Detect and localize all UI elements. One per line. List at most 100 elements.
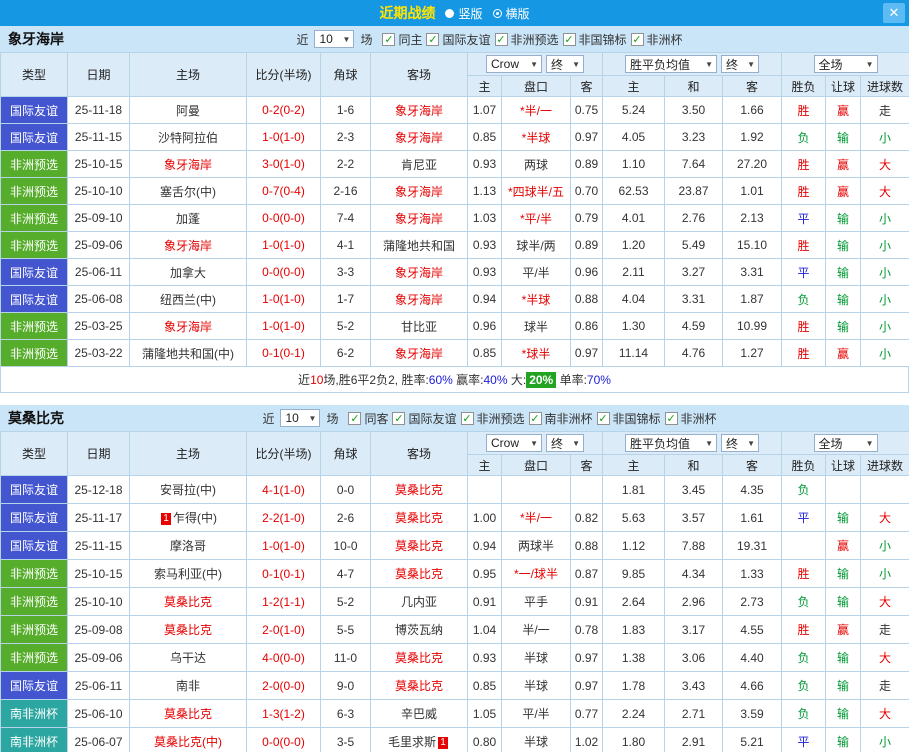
- filter-checkbox[interactable]: ✓国际友谊: [392, 410, 456, 427]
- final-odds-select[interactable]: 终 ▼: [546, 55, 584, 73]
- handicap-cell: 平手: [502, 588, 571, 616]
- avg-odds-select[interactable]: 胜平负均值 ▼: [625, 434, 717, 452]
- final-avg-select[interactable]: 终 ▼: [721, 55, 759, 73]
- odds-away: 0.82: [571, 504, 603, 532]
- handicap-result-cell: 输: [826, 205, 861, 232]
- red-card-badge: 1: [438, 737, 448, 749]
- bookmaker-select[interactable]: Crow ▼: [486, 434, 542, 452]
- odds-home: 0.94: [468, 532, 502, 560]
- avg-home: 1.10: [603, 151, 665, 178]
- away-team: 象牙海岸: [371, 259, 468, 286]
- filter-label: 非洲预选: [477, 410, 525, 427]
- filter-bar: 近 10 ▼ 场 ✓同客✓国际友谊✓非洲预选✓南非洲杯✓非国锦标✓非洲杯: [150, 409, 829, 427]
- col-date: 日期: [68, 53, 130, 97]
- col-odds-away: 客: [571, 76, 603, 97]
- handicap-cell: *半球: [502, 124, 571, 151]
- competition-badge: 国际友谊: [1, 286, 68, 313]
- layout-radio-horizontal[interactable]: 横版: [493, 5, 530, 22]
- match-date: 25-11-17: [68, 504, 130, 532]
- col-home: 主场: [130, 53, 247, 97]
- odds-home: 0.85: [468, 340, 502, 367]
- dialog-title: 近期战绩: [379, 3, 435, 23]
- chevron-down-icon: ▼: [530, 60, 538, 69]
- avg-odds-group: 胜平负均值 ▼ 终 ▼: [603, 432, 782, 455]
- score-cell: 1-0(1-0): [247, 313, 321, 340]
- avg-home: 2.64: [603, 588, 665, 616]
- home-team: 象牙海岸: [130, 232, 247, 259]
- checkbox-checked-icon: ✓: [563, 33, 576, 46]
- avg-draw: 4.76: [665, 340, 723, 367]
- filter-checkbox[interactable]: ✓非洲杯: [665, 410, 717, 427]
- near-label: 近: [296, 31, 308, 48]
- team-section: 莫桑比克 近 10 ▼ 场 ✓同客✓国际友谊✓非洲预选✓南非洲杯✓非国锦标✓非洲…: [0, 405, 909, 752]
- result-cell: 平: [782, 504, 826, 532]
- titlebar: 近期战绩 竖版 横版 ✕: [0, 0, 909, 26]
- layout-radio-vertical[interactable]: 竖版: [445, 5, 482, 22]
- handicap-result-cell: 赢: [826, 616, 861, 644]
- games-count-select[interactable]: 10 ▼: [314, 30, 354, 48]
- away-team: 辛巴威: [371, 700, 468, 728]
- summary-part: 单率:: [556, 371, 587, 388]
- bookmaker-select[interactable]: Crow ▼: [486, 55, 542, 73]
- filter-checkbox[interactable]: ✓非国锦标: [563, 31, 627, 48]
- filter-checkbox[interactable]: ✓非洲预选: [461, 410, 525, 427]
- result-cell: [782, 532, 826, 560]
- filter-checkbox[interactable]: ✓同主: [382, 31, 422, 48]
- filter-label: 非洲杯: [681, 410, 717, 427]
- odds-home: 0.96: [468, 313, 502, 340]
- score-cell: 1-0(1-0): [247, 124, 321, 151]
- chevron-down-icon: ▼: [866, 60, 874, 69]
- corner-cell: 11-0: [321, 644, 371, 672]
- final-avg-select[interactable]: 终 ▼: [721, 434, 759, 452]
- chevron-down-icon: ▼: [747, 60, 755, 69]
- filter-checkbox[interactable]: ✓同客: [348, 410, 388, 427]
- team-name: 蒲隆地共和国(中): [142, 347, 234, 361]
- match-row: 非洲预选25-09-06乌干达4-0(0-0)11-0莫桑比克0.93半球0.9…: [1, 644, 909, 672]
- team-name: 加蓬: [176, 212, 200, 226]
- filter-checkbox[interactable]: ✓非洲预选: [495, 31, 559, 48]
- home-team: 塞舌尔(中): [130, 178, 247, 205]
- games-count-select[interactable]: 10 ▼: [280, 409, 320, 427]
- filter-checkbox[interactable]: ✓南非洲杯: [529, 410, 593, 427]
- away-team: 博茨瓦纳: [371, 616, 468, 644]
- handicap-result-cell: 输: [826, 286, 861, 313]
- checkbox-checked-icon: ✓: [529, 412, 542, 425]
- odds-away: 0.97: [571, 340, 603, 367]
- avg-home: 1.80: [603, 728, 665, 752]
- radio-selected-icon: [493, 9, 502, 18]
- match-date: 25-10-15: [68, 560, 130, 588]
- avg-odds-group: 胜平负均值 ▼ 终 ▼: [603, 53, 782, 76]
- handicap-cell: 两球半: [502, 532, 571, 560]
- team-name: 象牙海岸: [395, 212, 443, 226]
- goals-result-cell: 小: [861, 232, 909, 259]
- scope-select[interactable]: 全场 ▼: [814, 434, 878, 452]
- checkbox-checked-icon: ✓: [426, 33, 439, 46]
- final-odds-select[interactable]: 终 ▼: [546, 434, 584, 452]
- avg-draw: 4.59: [665, 313, 723, 340]
- col-goals-result: 进球数: [861, 455, 909, 476]
- avg-draw: 2.91: [665, 728, 723, 752]
- competition-badge: 非洲预选: [1, 151, 68, 178]
- competition-badge: 国际友谊: [1, 124, 68, 151]
- goals-result-cell: 大: [861, 588, 909, 616]
- filter-checkbox[interactable]: ✓非国锦标: [597, 410, 661, 427]
- team-name: 甘比亚: [401, 320, 437, 334]
- scope-select[interactable]: 全场 ▼: [814, 55, 878, 73]
- filter-checkbox[interactable]: ✓非洲杯: [631, 31, 683, 48]
- chevron-down-icon: ▼: [572, 60, 580, 69]
- close-button[interactable]: ✕: [883, 3, 905, 23]
- team-name: 几内亚: [401, 595, 437, 609]
- score-cell: 4-0(0-0): [247, 644, 321, 672]
- handicap-cell: [502, 476, 571, 504]
- avg-odds-select[interactable]: 胜平负均值 ▼: [625, 55, 717, 73]
- home-team: 象牙海岸: [130, 313, 247, 340]
- avg-home: 1.20: [603, 232, 665, 259]
- filter-checkbox[interactable]: ✓国际友谊: [426, 31, 490, 48]
- goals-result-cell: 小: [861, 259, 909, 286]
- score-cell: 3-0(1-0): [247, 151, 321, 178]
- handicap-result-cell: 赢: [826, 532, 861, 560]
- home-team: 沙特阿拉伯: [130, 124, 247, 151]
- avg-home: 62.53: [603, 178, 665, 205]
- score-cell: 1-0(1-0): [247, 286, 321, 313]
- handicap-result-cell: 输: [826, 644, 861, 672]
